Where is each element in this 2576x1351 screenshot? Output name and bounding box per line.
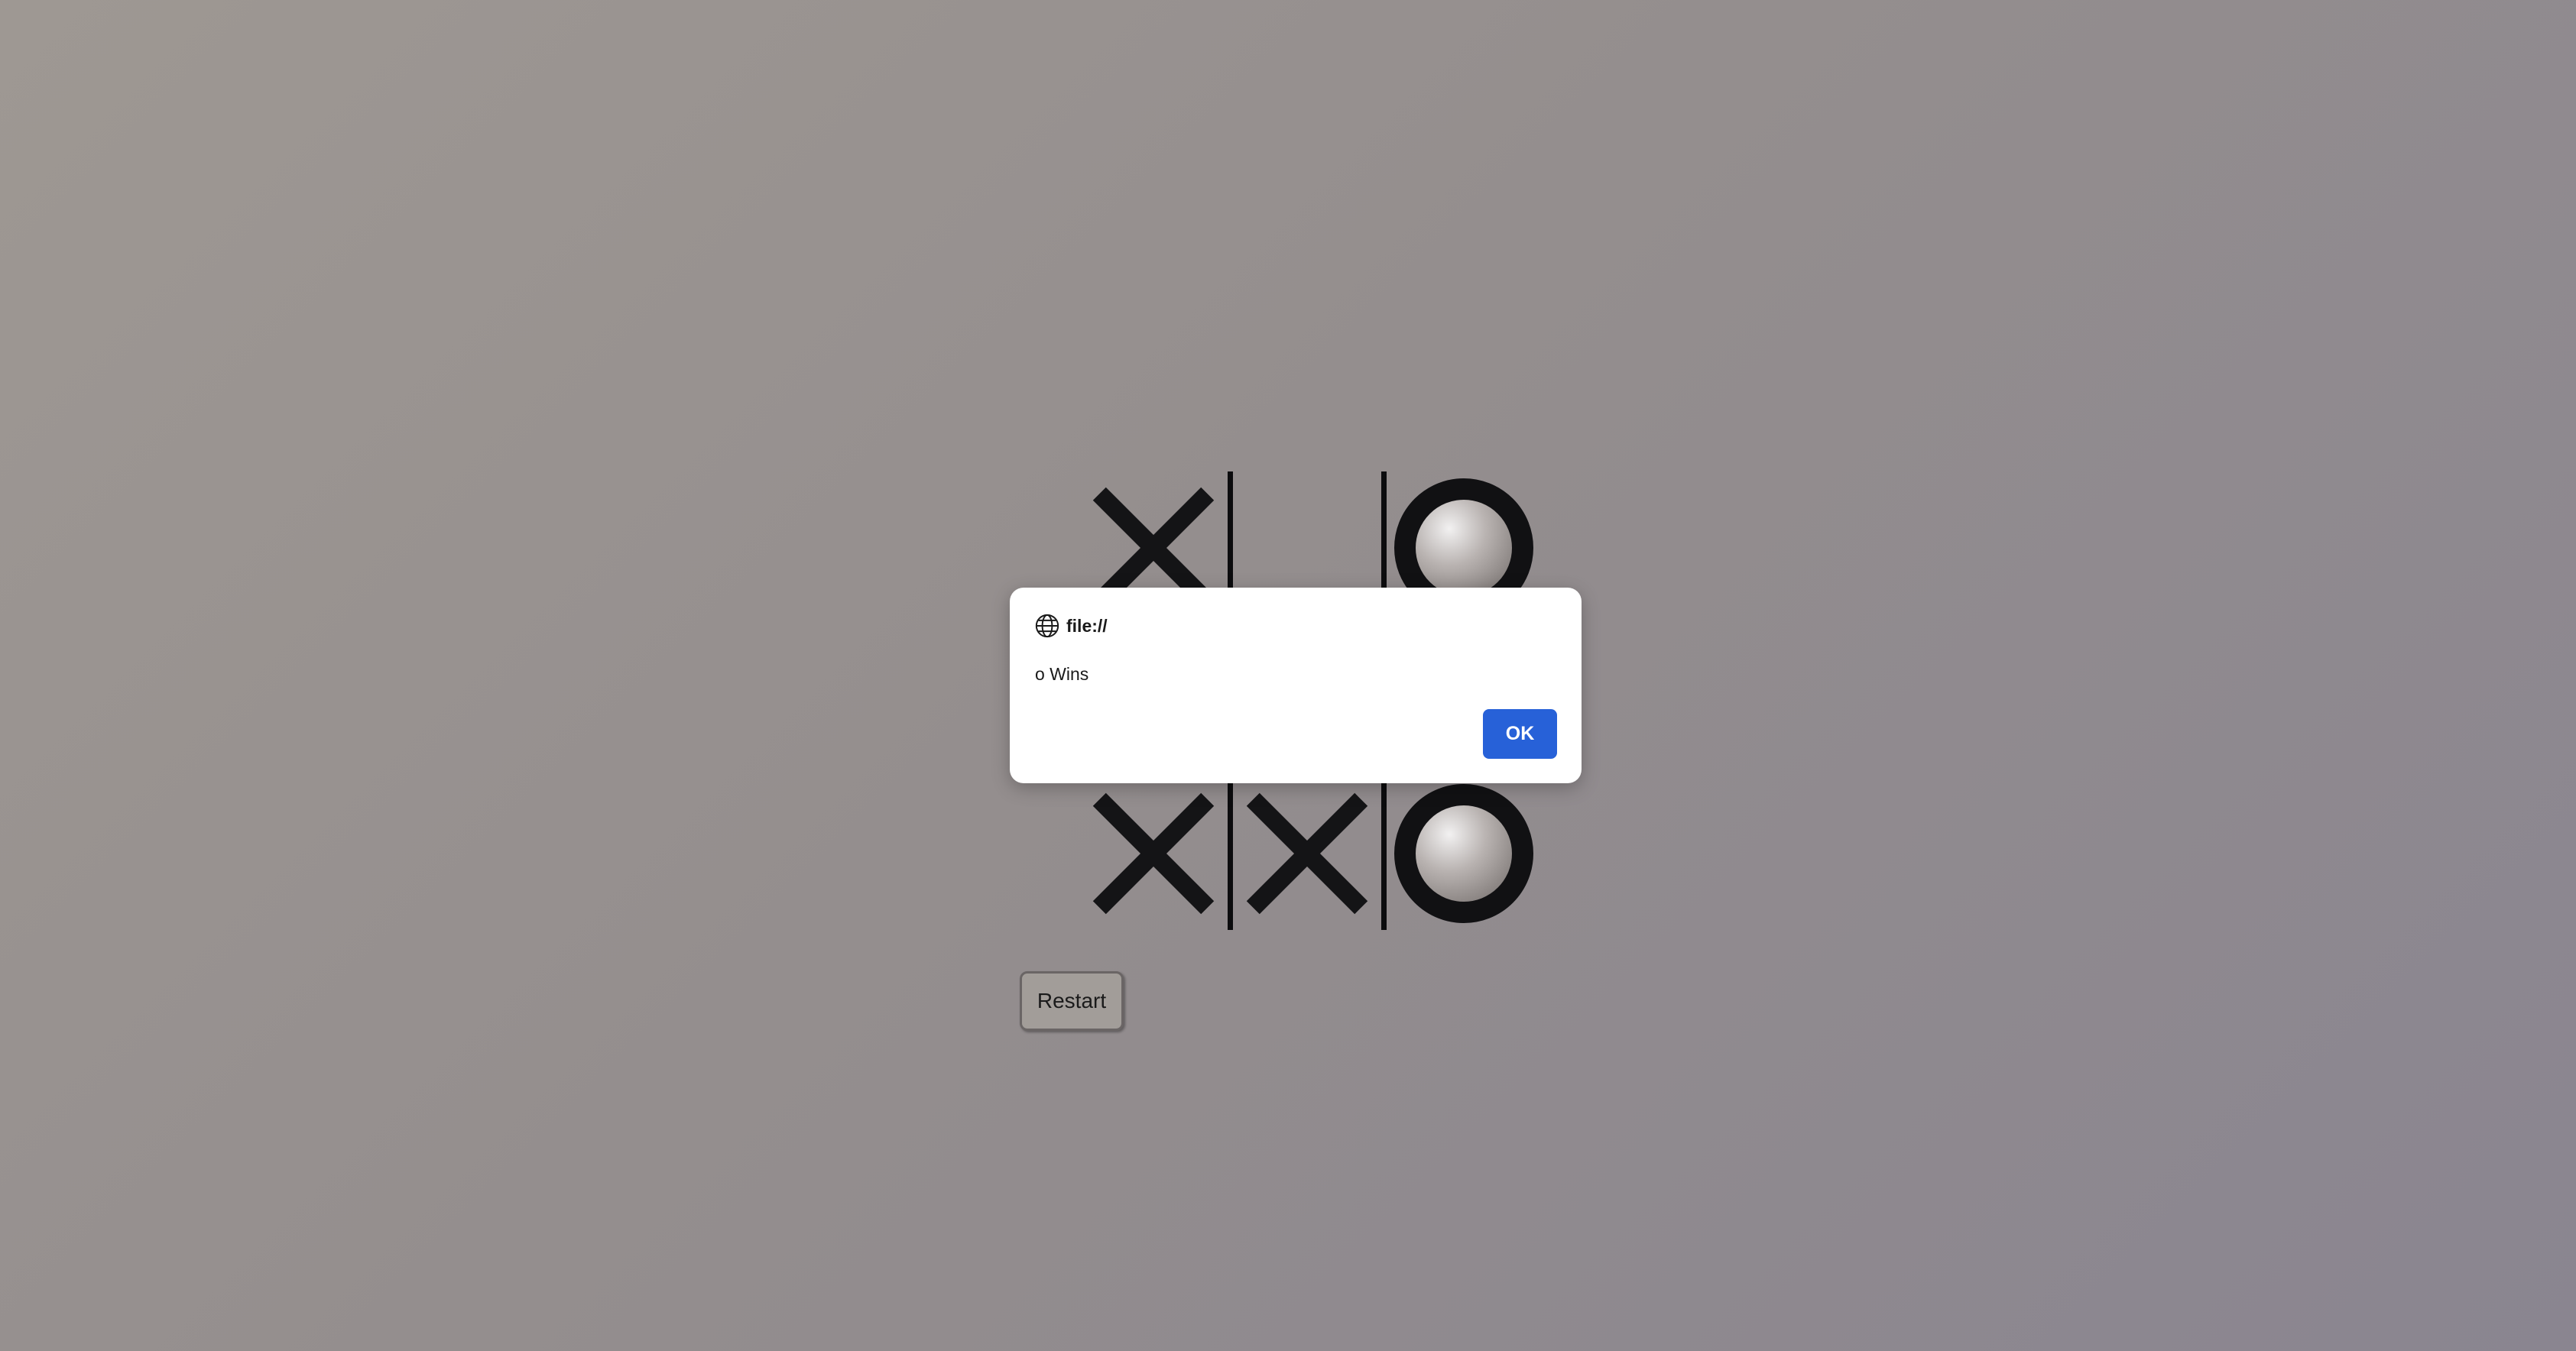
dialog-message: o Wins [1035,664,1089,684]
restart-button[interactable]: Restart [1020,971,1124,1031]
board-cell-2-0[interactable] [1079,777,1233,930]
dialog-title: file:// [1066,615,1108,636]
dialog-header: file:// [1034,612,1108,640]
alert-dialog: file:// o Wins OK [1010,588,1582,783]
ok-button[interactable]: OK [1483,709,1557,759]
o-mark [1393,784,1533,923]
board-cell-2-2[interactable] [1387,777,1540,930]
x-mark [1250,796,1364,911]
globe-icon [1035,614,1059,638]
x-mark [1096,796,1211,911]
board-cell-2-1[interactable] [1233,777,1387,930]
